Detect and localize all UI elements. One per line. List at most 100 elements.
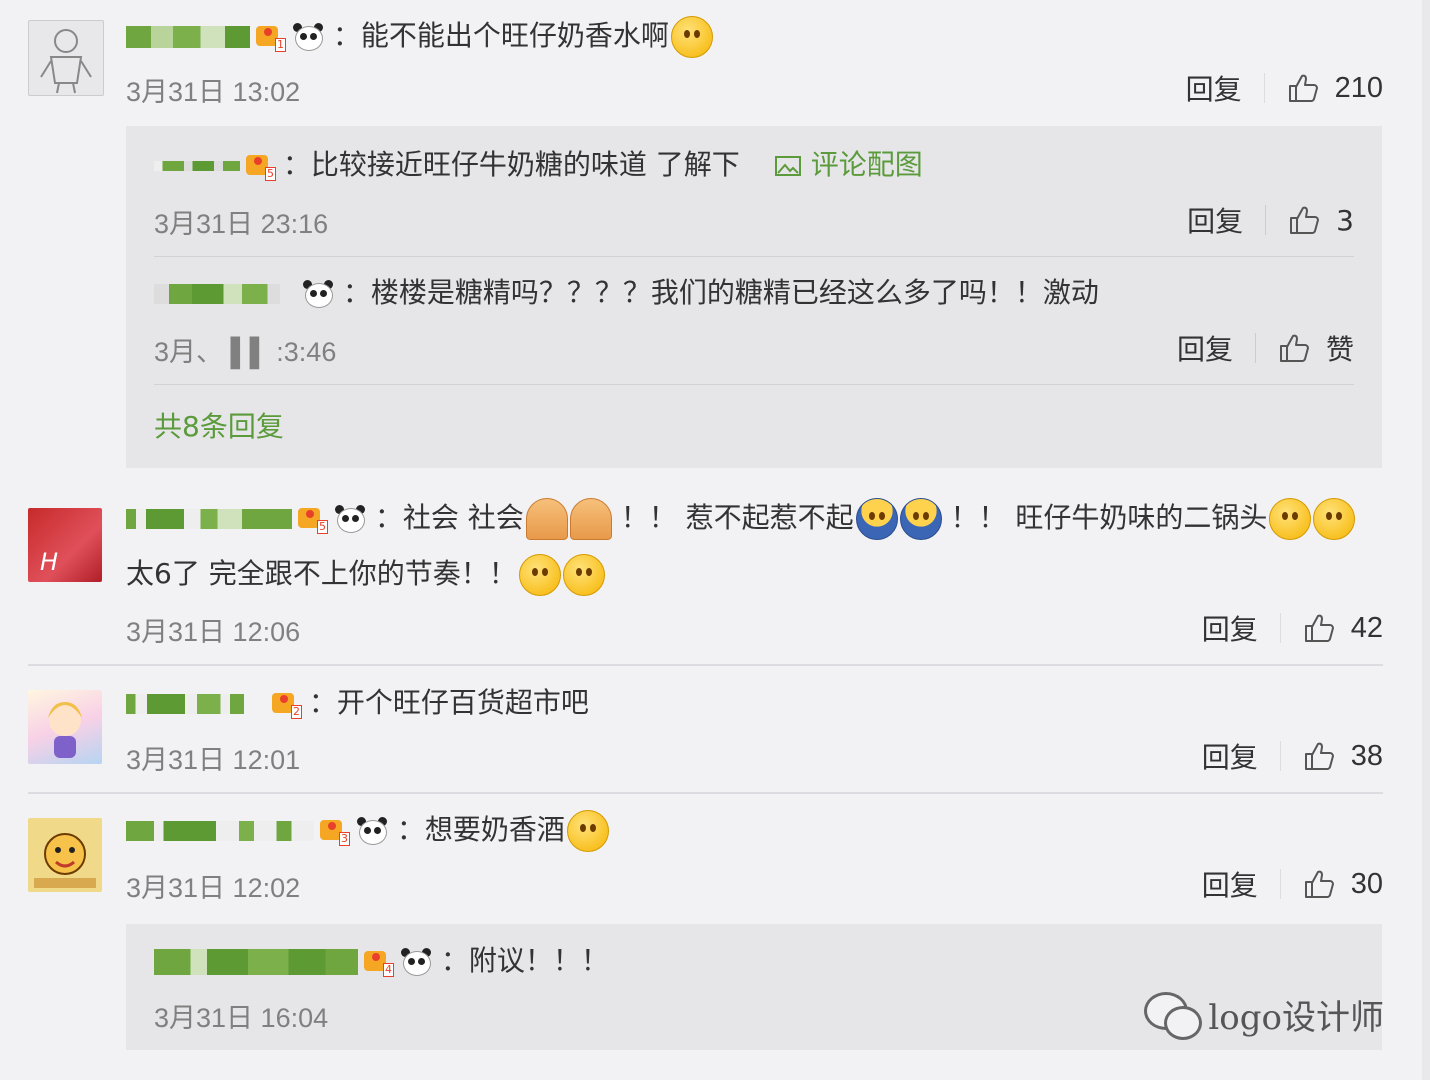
- thumbs-up-icon[interactable]: [1303, 612, 1335, 644]
- reply-button[interactable]: 回复: [1202, 864, 1258, 904]
- avatar-anime-girl-image: [48, 702, 82, 758]
- panda-icon: [334, 505, 366, 533]
- comment-2: H 5 ：社会 社会 ！！ 惹不起惹不起 ！！ 旺仔牛奶味的二锅头 太6了 完全…: [28, 494, 1383, 664]
- yummy-emoji-icon: [518, 554, 561, 596]
- panda-icon: [292, 23, 324, 51]
- thumbs-up-icon[interactable]: [1288, 204, 1320, 236]
- pray-emoji-icon: [525, 498, 568, 540]
- laugh-cry-emoji-icon: [1269, 498, 1312, 540]
- watermark: logo设计师: [1144, 990, 1384, 1040]
- divider: [28, 664, 1383, 666]
- avatar-h-image: H: [40, 548, 58, 576]
- reply-text: ：楼楼是糖精吗？？？？我们的糖精已经这么多了吗！！激动: [342, 276, 1099, 309]
- member-badge-icon: 1: [256, 24, 286, 52]
- like-label: 赞: [1325, 333, 1354, 366]
- reply-button[interactable]: 回复: [1202, 608, 1258, 648]
- comment-actions: 回复 38: [1202, 736, 1383, 776]
- timestamp: 3月31日 16:04: [154, 1003, 329, 1033]
- divider: [154, 256, 1354, 257]
- timestamp: 3月、 ▌▌ :3:46: [154, 337, 337, 367]
- separator: [1265, 205, 1267, 235]
- thumbs-up-icon[interactable]: [1278, 332, 1310, 364]
- like-count: 42: [1350, 611, 1383, 644]
- avatar[interactable]: [28, 20, 104, 96]
- more-replies-link[interactable]: 共8条回复: [154, 408, 284, 446]
- separator: [1279, 741, 1281, 771]
- timestamp: 3月31日 12:01: [126, 745, 301, 775]
- divider: [28, 792, 1383, 794]
- timestamp: 3月31日 23:16: [154, 209, 329, 239]
- reply-button[interactable]: 回复: [1186, 68, 1242, 108]
- username-blurred[interactable]: [126, 694, 244, 714]
- divider: [154, 384, 1354, 385]
- reply-body: 5 ：比较接近旺仔牛奶糖的味道 了解下 评论配图: [154, 146, 923, 184]
- reply-button[interactable]: 回复: [1187, 200, 1243, 240]
- comment-body: 3 ：想要奶香酒: [126, 810, 609, 852]
- like-count: 30: [1350, 867, 1383, 900]
- avatar-sketch-image: [40, 29, 92, 94]
- svg-text:H: H: [40, 548, 58, 576]
- shocked-emoji-icon: [670, 16, 713, 58]
- comment-actions: 回复 30: [1202, 864, 1383, 904]
- reply-body: 4 ：附议！！！: [154, 942, 609, 980]
- separator: [1279, 613, 1281, 643]
- thumbs-up-icon[interactable]: [1287, 72, 1319, 104]
- username-blurred[interactable]: [154, 949, 358, 975]
- comment-body: 1 ：能不能出个旺仔奶香水啊: [126, 16, 713, 58]
- pray-emoji-icon: [569, 498, 612, 540]
- separator: [1279, 869, 1281, 899]
- member-badge-icon: 4: [364, 949, 394, 977]
- image-link-label: 评论配图: [810, 148, 923, 181]
- comment-body: 2 ：开个旺仔百货超市吧: [126, 684, 589, 722]
- reply-text: ：比较接近旺仔牛奶糖的味道 了解下: [282, 148, 740, 181]
- avatar[interactable]: [28, 818, 102, 892]
- comment-text: ：开个旺仔百货超市吧: [308, 686, 589, 719]
- bowing-man-emoji-icon: [899, 498, 942, 540]
- comment-body: 5 ：社会 社会 ！！ 惹不起惹不起 ！！ 旺仔牛奶味的二锅头: [126, 498, 1356, 540]
- comment-text-b: ！！ 惹不起惹不起: [620, 501, 854, 534]
- member-badge-icon: 5: [298, 506, 328, 534]
- image-link[interactable]: 评论配图: [774, 148, 923, 181]
- comment-text: ：想要奶香酒: [396, 813, 565, 846]
- thumbs-up-icon[interactable]: [1303, 740, 1335, 772]
- panda-icon: [302, 280, 334, 308]
- username-blurred[interactable]: [126, 509, 292, 529]
- reply-actions: 回复 赞: [1177, 328, 1354, 368]
- avatar[interactable]: H: [28, 508, 102, 582]
- username-blurred[interactable]: [154, 161, 240, 171]
- separator: [1263, 73, 1265, 103]
- drool-emoji-icon: [566, 810, 609, 852]
- like-count: 210: [1334, 71, 1383, 104]
- panda-icon: [400, 948, 432, 976]
- avatar-cartoon-image: [34, 833, 96, 888]
- yummy-emoji-icon: [562, 554, 605, 596]
- comment-3: 2 ：开个旺仔百货超市吧 3月31日 12:01 回复 38: [28, 684, 1383, 794]
- reply-text: ：附议！！！: [440, 944, 609, 977]
- username-blurred[interactable]: [126, 821, 314, 841]
- member-badge-icon: 3: [320, 818, 350, 846]
- comment-text: ：能不能出个旺仔奶香水啊: [332, 19, 669, 52]
- reply-body: ：楼楼是糖精吗？？？？我们的糖精已经这么多了吗！！激动: [154, 274, 1099, 312]
- timestamp: 3月31日 12:02: [126, 873, 301, 903]
- timestamp: 3月31日 12:06: [126, 617, 301, 647]
- panda-icon: [356, 817, 388, 845]
- right-edge: [1422, 0, 1430, 1080]
- member-badge-icon: 5: [246, 153, 276, 181]
- reply-button[interactable]: 回复: [1177, 328, 1233, 368]
- wechat-logo-icon: [1144, 991, 1203, 1040]
- comment-text-line2: 太6了 完全跟不上你的节奏！！: [126, 557, 517, 590]
- thumbs-up-icon[interactable]: [1303, 868, 1335, 900]
- bowing-man-emoji-icon: [855, 498, 898, 540]
- image-icon: [774, 156, 801, 176]
- comment-4: 3 ：想要奶香酒 3月31日 12:02 回复 30: [28, 810, 1383, 930]
- timestamp: 3月31日 13:02: [126, 77, 301, 107]
- comment-text-a: ：社会 社会: [374, 501, 524, 534]
- username-blurred[interactable]: [126, 26, 250, 48]
- comment-actions: 回复 42: [1202, 608, 1383, 648]
- comment-actions: 回复 210: [1186, 68, 1383, 108]
- reply-button[interactable]: 回复: [1202, 736, 1258, 776]
- like-count: 38: [1350, 739, 1383, 772]
- username-blurred[interactable]: [154, 284, 280, 304]
- avatar[interactable]: [28, 690, 102, 764]
- comment-text-c: ！！ 旺仔牛奶味的二锅头: [950, 501, 1268, 534]
